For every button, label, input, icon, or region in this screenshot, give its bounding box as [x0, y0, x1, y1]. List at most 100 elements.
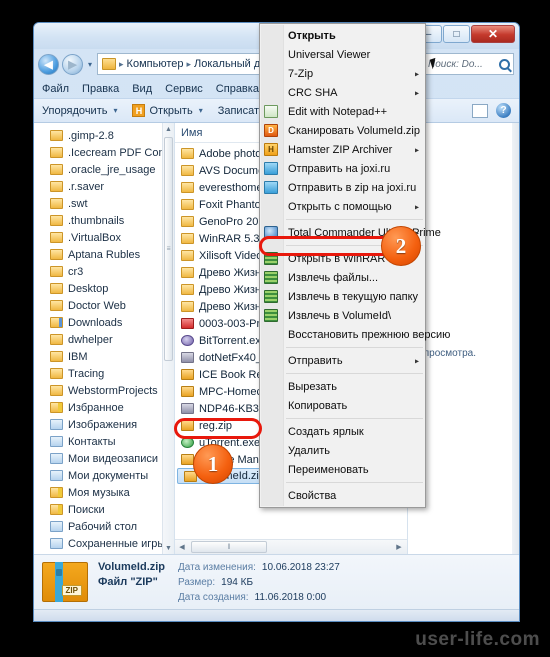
nav-item[interactable]: dwhelper — [40, 331, 174, 348]
nav-item[interactable]: .oracle_jre_usage — [40, 161, 174, 178]
ctx-copy[interactable]: Копировать — [260, 396, 425, 415]
ctx-extract-files[interactable]: Извлечь файлы... — [260, 268, 425, 287]
ctx-delete[interactable]: Удалить — [260, 441, 425, 460]
nav-item[interactable]: .gimp-2.8 — [40, 127, 174, 144]
scroll-right-icon[interactable]: ▶ — [391, 543, 407, 551]
folder-icon — [181, 148, 194, 159]
navigation-pane: .gimp-2.8 .Icecream PDF Conver .oracle_j… — [34, 123, 175, 554]
back-button[interactable]: ◀ — [38, 53, 59, 75]
scroll-left-icon[interactable]: ◀ — [175, 543, 189, 551]
installer-icon — [181, 403, 194, 414]
searches-folder-icon — [50, 504, 63, 515]
preview-scrollbar[interactable] — [512, 123, 519, 554]
ctx-send-to[interactable]: Отправить ▸ — [260, 351, 425, 370]
menu-tools[interactable]: Сервис — [165, 83, 203, 95]
nav-item-label: Изображения — [68, 418, 138, 431]
nav-item[interactable]: Tracing — [40, 365, 174, 382]
ctx-extract-here[interactable]: Извлечь в текущую папку — [260, 287, 425, 306]
nav-item[interactable]: Избранное — [40, 399, 174, 416]
help-icon[interactable]: ? — [496, 103, 511, 118]
joxi-icon — [264, 162, 278, 175]
ctx-properties[interactable]: Свойства — [260, 486, 425, 505]
ctx-send-joxi[interactable]: Отправить на joxi.ru — [260, 159, 425, 178]
nav-item[interactable]: Моя музыка — [40, 484, 174, 501]
ctx-cut[interactable]: Вырезать — [260, 377, 425, 396]
ctx-hamster-zip[interactable]: H Hamster ZIP Archiver ▸ — [260, 140, 425, 159]
nav-item[interactable]: Рабочий стол — [40, 518, 174, 535]
open-label: Открыть — [149, 104, 193, 117]
nav-item-label: Моя музыка — [68, 486, 130, 499]
nav-item[interactable]: Сохраненные игры — [40, 535, 174, 552]
nav-item[interactable]: Desktop — [40, 280, 174, 297]
scroll-up-icon[interactable]: ▲ — [163, 123, 174, 135]
nav-item[interactable]: .Icecream PDF Conver — [40, 144, 174, 161]
ctx-label: CRC SHA — [288, 86, 338, 99]
nav-item[interactable]: Изображения — [40, 416, 174, 433]
ctx-restore-previous-versions[interactable]: Восстановить прежнюю версию — [260, 325, 450, 344]
joxi-icon — [264, 181, 278, 194]
ctx-rename[interactable]: Переименовать — [260, 460, 425, 479]
zipper-pull — [56, 569, 62, 576]
maximize-button[interactable]: □ — [443, 25, 470, 43]
open-button[interactable]: H Открыть ▾ — [132, 104, 204, 117]
nav-item[interactable]: Aptana Rubles — [40, 246, 174, 263]
menu-edit[interactable]: Правка — [82, 83, 119, 95]
notepadpp-icon — [264, 105, 278, 118]
hscrollbar-thumb[interactable]: ‖ — [191, 541, 267, 553]
utorrent-icon — [181, 437, 194, 448]
nav-item-label: Рабочий стол — [68, 520, 138, 533]
details-created-value: 11.06.2018 0:00 — [254, 591, 327, 603]
ctx-label: Отправить на joxi.ru — [288, 162, 391, 175]
navigation-scrollbar[interactable]: ▲ ≡ ▼ — [162, 123, 174, 554]
details-modified-label: Дата изменения: — [178, 561, 256, 573]
window-controls: – □ ✕ — [415, 25, 515, 43]
ctx-open-with[interactable]: Открыть с помощью ▸ — [260, 197, 425, 216]
ctx-7zip[interactable]: 7-Zip ▸ — [260, 64, 425, 83]
nav-item[interactable]: WebstormProjects — [40, 382, 174, 399]
ctx-label: Universal Viewer — [288, 48, 371, 61]
nav-item-label: Tracing — [68, 367, 105, 380]
nav-item[interactable]: Doctor Web — [40, 297, 174, 314]
file-name: BitTorrent.exe — [199, 334, 267, 347]
zip-file-icon — [181, 369, 194, 380]
contacts-library-icon — [50, 436, 63, 447]
nav-item[interactable]: Downloads — [40, 314, 174, 331]
ctx-edit-notepadpp[interactable]: Edit with Notepad++ — [260, 102, 425, 121]
videos-library-icon — [50, 453, 63, 464]
nav-item[interactable]: Контакты — [40, 433, 174, 450]
nav-item[interactable]: Поиски — [40, 501, 174, 518]
nav-item[interactable]: .r.saver — [40, 178, 174, 195]
ctx-open[interactable]: Открыть — [260, 26, 425, 45]
nav-item[interactable]: IBM — [40, 348, 174, 365]
ctx-crc-sha[interactable]: CRC SHA ▸ — [260, 83, 425, 102]
nav-item[interactable]: .VirtualBox — [40, 229, 174, 246]
horizontal-scrollbar[interactable]: ◀ ‖ ▶ — [175, 539, 407, 554]
ctx-create-shortcut[interactable]: Создать ярлык — [260, 422, 425, 441]
ctx-scan-drweb[interactable]: D Сканировать VolumeId.zip — [260, 121, 425, 140]
history-dropdown-icon[interactable]: ▾ — [86, 60, 94, 69]
forward-button[interactable]: ▶ — [62, 53, 83, 75]
ctx-send-zip-joxi[interactable]: Отправить в zip на joxi.ru — [260, 178, 425, 197]
nav-item[interactable]: Мои документы — [40, 467, 174, 484]
menu-help[interactable]: Справка — [216, 83, 259, 95]
chevron-right-icon: ▸ — [414, 202, 419, 211]
close-button[interactable]: ✕ — [471, 25, 515, 43]
menu-view[interactable]: Вид — [132, 83, 152, 95]
nav-item[interactable]: .swt — [40, 195, 174, 212]
context-menu-separator — [286, 418, 423, 419]
menu-file[interactable]: Файл — [42, 83, 69, 95]
jpeg-file-icon — [181, 318, 194, 329]
scrollbar-thumb[interactable]: ≡ — [164, 137, 173, 361]
change-view-icon[interactable] — [472, 103, 488, 118]
nav-item[interactable]: .thumbnails — [40, 212, 174, 229]
zip-file-icon — [181, 386, 194, 397]
nav-item[interactable]: cr3 — [40, 263, 174, 280]
search-icon — [499, 58, 510, 70]
scroll-down-icon[interactable]: ▼ — [163, 542, 174, 554]
ctx-label: Извлечь файлы... — [288, 271, 379, 284]
nav-item[interactable]: Мои видеозаписи — [40, 450, 174, 467]
organize-button[interactable]: Упорядочить ▾ — [42, 105, 119, 117]
breadcrumb-computer[interactable]: Компьютер — [127, 58, 184, 70]
ctx-universal-viewer[interactable]: Universal Viewer — [260, 45, 425, 64]
ctx-extract-to-folder[interactable]: Извлечь в VolumeId\ — [260, 306, 425, 325]
